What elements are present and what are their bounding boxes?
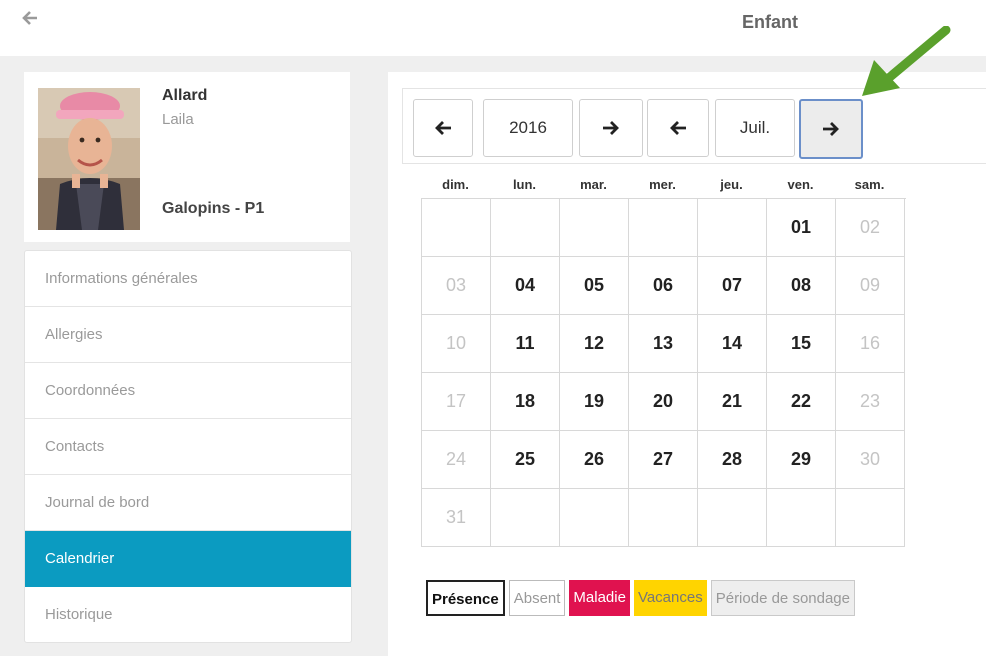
calendar-day-05[interactable]: 05 xyxy=(560,257,629,315)
child-group: Galopins - P1 xyxy=(162,200,265,217)
next-year-button[interactable] xyxy=(579,99,643,157)
calendar-empty-cell xyxy=(422,199,491,257)
calendar-week-row: 24 25 26 27 28 29 30 xyxy=(422,431,906,489)
calendar-day-10: 10 xyxy=(422,315,491,373)
calendar-day-29[interactable]: 29 xyxy=(767,431,836,489)
arrow-right-icon xyxy=(603,121,619,135)
calendar-day-11[interactable]: 11 xyxy=(491,315,560,373)
calendar-day-26[interactable]: 26 xyxy=(560,431,629,489)
calendar-empty-cell xyxy=(560,199,629,257)
calendar-day-07[interactable]: 07 xyxy=(698,257,767,315)
calendar-week-row: 03 04 05 06 07 08 09 xyxy=(422,257,906,315)
calendar-empty-cell xyxy=(560,489,629,547)
calendar-day-02: 02 xyxy=(836,199,905,257)
calendar-day-23: 23 xyxy=(836,373,905,431)
calendar-day-22[interactable]: 22 xyxy=(767,373,836,431)
weekday-label: sam. xyxy=(854,177,885,192)
arrow-left-icon xyxy=(670,121,686,135)
calendar-empty-cell xyxy=(698,489,767,547)
calendar-empty-cell xyxy=(629,199,698,257)
next-month-button[interactable] xyxy=(799,99,863,159)
menu-item-contacts[interactable]: Contacts xyxy=(25,419,351,475)
calendar-grid: dim. lun. mar. mer. jeu. ven. sam. 01 02 0… xyxy=(421,174,906,547)
legend-sondage: Période de sondage xyxy=(710,580,855,616)
page-title: Enfant xyxy=(742,12,798,32)
menu-item-allergies[interactable]: Allergies xyxy=(25,307,351,363)
prev-year-button[interactable] xyxy=(413,99,473,157)
calendar-day-20[interactable]: 20 xyxy=(629,373,698,431)
menu-item-journal[interactable]: Journal de bord xyxy=(25,475,351,531)
calendar-day-18[interactable]: 18 xyxy=(491,373,560,431)
calendar-day-28[interactable]: 28 xyxy=(698,431,767,489)
top-bar: Enfant xyxy=(0,0,986,56)
calendar-empty-cell xyxy=(491,199,560,257)
child-photo xyxy=(38,88,140,230)
calendar-day-25[interactable]: 25 xyxy=(491,431,560,489)
calendar-week-row: 17 18 19 20 21 22 23 xyxy=(422,373,906,431)
calendar-empty-cell xyxy=(767,489,836,547)
calendar-legend: Présence Absent Maladie Vacances Période… xyxy=(426,580,859,616)
side-menu: Informations générales Allergies Coordon… xyxy=(24,250,352,643)
calendar-day-27[interactable]: 27 xyxy=(629,431,698,489)
legend-vacances: Vacances xyxy=(633,580,707,616)
arrow-right-icon xyxy=(823,122,839,136)
calendar-day-06[interactable]: 06 xyxy=(629,257,698,315)
calendar-day-03: 03 xyxy=(422,257,491,315)
arrow-left-icon xyxy=(435,121,451,135)
year-display[interactable]: 2016 xyxy=(483,99,573,157)
calendar-empty-cell xyxy=(491,489,560,547)
arrow-left-icon xyxy=(22,11,37,25)
child-profile-card: Allard Laila Galopins - P1 xyxy=(24,72,350,242)
calendar-empty-cell xyxy=(698,199,767,257)
calendar-day-09: 09 xyxy=(836,257,905,315)
calendar-empty-cell xyxy=(629,489,698,547)
calendar-day-16: 16 xyxy=(836,315,905,373)
calendar-week-row: 01 02 xyxy=(422,199,906,257)
calendar-week-row: 10 11 12 13 14 15 16 xyxy=(422,315,906,373)
menu-item-historique[interactable]: Historique xyxy=(25,587,351,642)
prev-month-button[interactable] xyxy=(647,99,709,157)
calendar-day-01[interactable]: 01 xyxy=(767,199,836,257)
calendar-day-31: 31 xyxy=(422,489,491,547)
calendar-day-17: 17 xyxy=(422,373,491,431)
calendar-day-13[interactable]: 13 xyxy=(629,315,698,373)
weekday-label: mer. xyxy=(649,177,676,192)
calendar-days: 01 02 03 04 05 06 07 08 09 10 11 12 13 14 15 16 17 18 19 20… xyxy=(421,198,906,547)
annotation-arrow-icon xyxy=(862,26,951,96)
menu-item-informations[interactable]: Informations générales xyxy=(25,251,351,307)
calendar-day-15[interactable]: 15 xyxy=(767,315,836,373)
month-display[interactable]: Juil. xyxy=(715,99,795,157)
calendar-day-30: 30 xyxy=(836,431,905,489)
calendar-day-12[interactable]: 12 xyxy=(560,315,629,373)
legend-absent: Absent xyxy=(508,580,566,616)
calendar-day-04[interactable]: 04 xyxy=(491,257,560,315)
weekday-label: lun. xyxy=(512,177,537,192)
legend-maladie: Maladie xyxy=(569,580,630,616)
weekday-header: dim. lun. mar. mer. jeu. ven. sam. xyxy=(421,174,906,198)
child-last-name: Allard xyxy=(162,87,208,104)
calendar-day-19[interactable]: 19 xyxy=(560,373,629,431)
calendar-empty-cell xyxy=(836,489,905,547)
weekday-label: jeu. xyxy=(720,177,743,192)
menu-item-coordonnees[interactable]: Coordonnées xyxy=(25,363,351,419)
calendar-day-08[interactable]: 08 xyxy=(767,257,836,315)
weekday-label: mar. xyxy=(580,177,607,192)
calendar-day-14[interactable]: 14 xyxy=(698,315,767,373)
calendar-day-24: 24 xyxy=(422,431,491,489)
child-first-name: Laila xyxy=(162,111,194,128)
weekday-label: ven. xyxy=(787,177,814,192)
calendar-day-21[interactable]: 21 xyxy=(698,373,767,431)
menu-item-calendrier[interactable]: Calendrier xyxy=(25,531,351,587)
legend-presence: Présence xyxy=(426,580,505,616)
back-button[interactable] xyxy=(22,10,38,31)
calendar-week-row: 31 xyxy=(422,489,906,547)
weekday-label: dim. xyxy=(442,177,469,192)
